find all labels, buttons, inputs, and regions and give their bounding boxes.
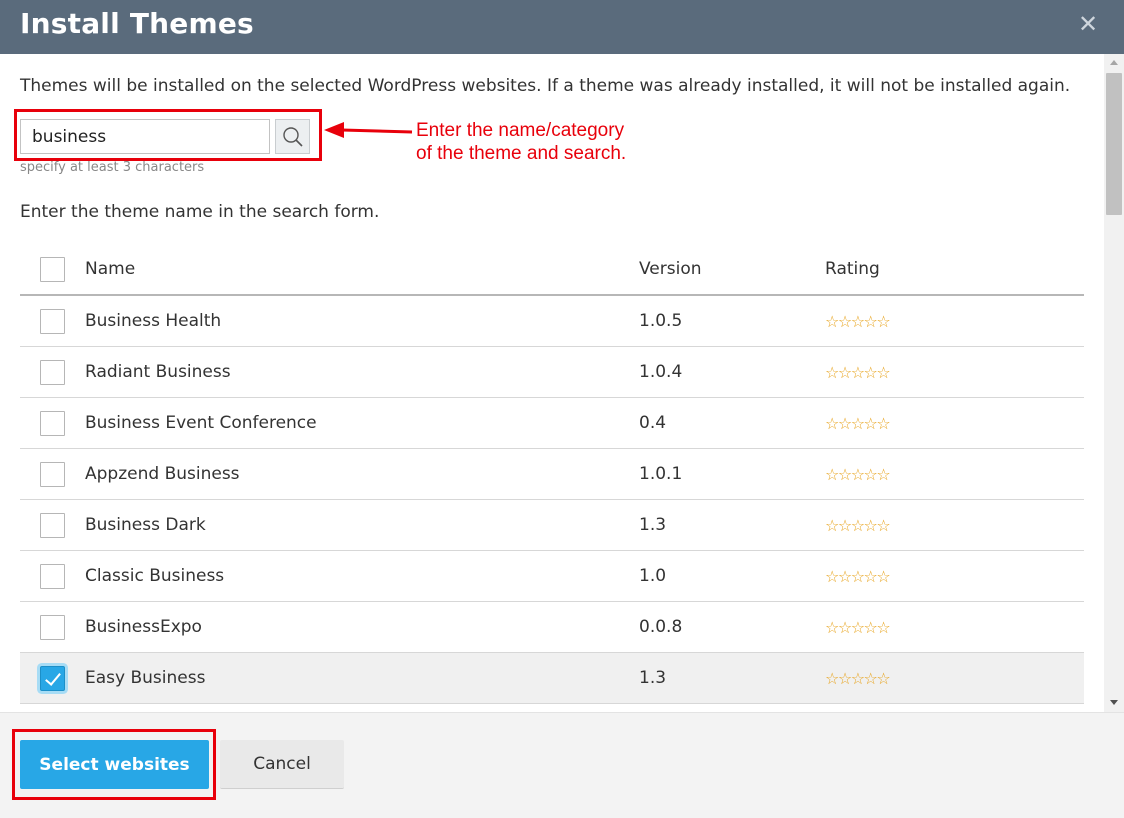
rating-stars-icon: ☆☆☆☆☆ [825, 464, 891, 484]
dialog-content: Themes will be installed on the selected… [0, 54, 1104, 712]
theme-name: Business Health [85, 311, 222, 331]
dialog-title: Install Themes [20, 7, 254, 40]
theme-name: Appzend Business [85, 464, 240, 484]
theme-version: 0.0.8 [639, 617, 683, 637]
theme-version: 1.0 [639, 566, 667, 586]
row-checkbox[interactable] [40, 309, 65, 334]
close-icon[interactable]: ✕ [1076, 12, 1100, 36]
dialog-footer: Select websites Cancel [0, 712, 1124, 818]
table-body: Business Health 1.0.5 ☆☆☆☆☆ Radiant Busines… [20, 296, 1084, 704]
header-rating[interactable]: Rating [825, 244, 880, 294]
row-checkbox[interactable] [40, 564, 65, 589]
row-checkbox[interactable] [40, 462, 65, 487]
rating-stars-icon: ☆☆☆☆☆ [825, 362, 891, 382]
table-row[interactable]: Classic Business 1.0 ☆☆☆☆☆ [20, 551, 1084, 602]
theme-name: Easy Business [85, 668, 206, 688]
theme-version: 1.0.5 [639, 311, 683, 331]
theme-name: Business Dark [85, 515, 206, 535]
rating-stars-icon: ☆☆☆☆☆ [825, 311, 891, 331]
dialog-titlebar: Install Themes ✕ [0, 0, 1124, 54]
annotation-box-select-websites [12, 729, 216, 800]
dialog-description: Themes will be installed on the selected… [20, 76, 1071, 96]
theme-version: 1.0.4 [639, 362, 683, 382]
scrollbar-thumb[interactable] [1106, 73, 1122, 215]
themes-table: Name Version Rating Business Health 1.0.5… [20, 244, 1084, 704]
table-row[interactable]: Business Dark 1.3 ☆☆☆☆☆ [20, 500, 1084, 551]
rating-stars-icon: ☆☆☆☆☆ [825, 566, 891, 586]
rating-stars-icon: ☆☆☆☆☆ [825, 617, 891, 637]
annotation-line-1: Enter the name/category [416, 120, 625, 141]
row-checkbox[interactable] [40, 666, 65, 691]
theme-name: BusinessExpo [85, 617, 202, 637]
header-version[interactable]: Version [639, 244, 702, 294]
table-header: Name Version Rating [20, 244, 1084, 296]
row-checkbox[interactable] [40, 360, 65, 385]
search-prompt: Enter the theme name in the search form. [20, 202, 380, 222]
theme-name: Business Event Conference [85, 413, 317, 433]
table-row[interactable]: Radiant Business 1.0.4 ☆☆☆☆☆ [20, 347, 1084, 398]
theme-name: Classic Business [85, 566, 225, 586]
theme-version: 1.3 [639, 668, 667, 688]
theme-name: Radiant Business [85, 362, 231, 382]
rating-stars-icon: ☆☆☆☆☆ [825, 668, 891, 688]
table-row[interactable]: Business Event Conference 0.4 ☆☆☆☆☆ [20, 398, 1084, 449]
theme-version: 0.4 [639, 413, 667, 433]
table-row[interactable]: Appzend Business 1.0.1 ☆☆☆☆☆ [20, 449, 1084, 500]
theme-version: 1.3 [639, 515, 667, 535]
select-all-checkbox[interactable] [40, 257, 65, 282]
header-name[interactable]: Name [85, 244, 135, 294]
scroll-up-arrow-icon[interactable] [1110, 60, 1118, 65]
row-checkbox[interactable] [40, 615, 65, 640]
annotation-arrow-icon [324, 122, 413, 138]
annotation-line-2: of the theme and search. [416, 143, 627, 164]
rating-stars-icon: ☆☆☆☆☆ [825, 515, 891, 535]
row-checkbox[interactable] [40, 411, 65, 436]
cancel-button[interactable]: Cancel [220, 740, 344, 789]
annotation-text: Enter the name/category of the theme and… [416, 119, 626, 165]
table-row[interactable]: Easy Business 1.3 ☆☆☆☆☆ [20, 653, 1084, 704]
annotation-box-search [14, 109, 322, 161]
theme-version: 1.0.1 [639, 464, 683, 484]
rating-stars-icon: ☆☆☆☆☆ [825, 413, 891, 433]
search-hint: specify at least 3 characters [20, 160, 205, 175]
scrollbar[interactable] [1104, 54, 1124, 712]
table-row[interactable]: Business Health 1.0.5 ☆☆☆☆☆ [20, 296, 1084, 347]
row-checkbox[interactable] [40, 513, 65, 538]
scroll-down-arrow-icon[interactable] [1110, 700, 1118, 705]
table-row[interactable]: BusinessExpo 0.0.8 ☆☆☆☆☆ [20, 602, 1084, 653]
